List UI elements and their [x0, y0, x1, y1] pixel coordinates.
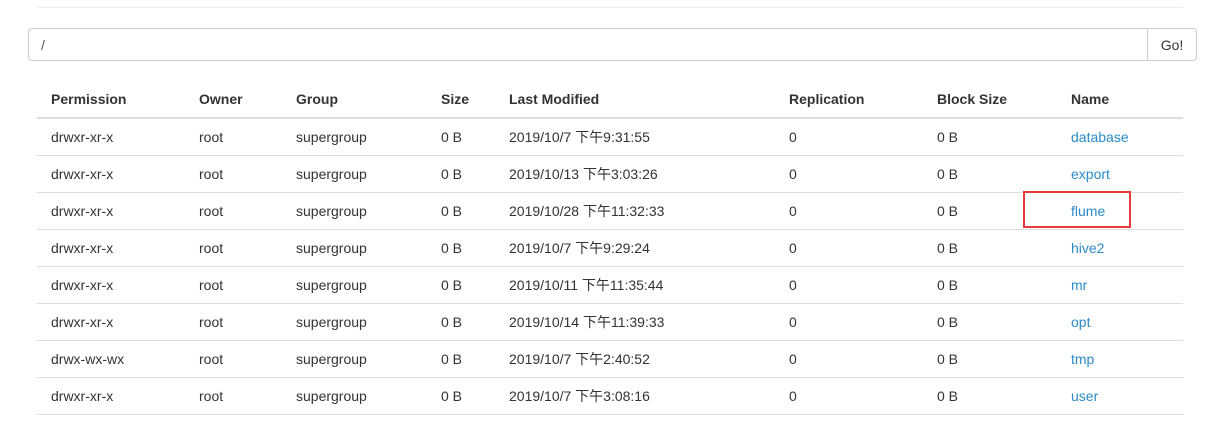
cell-group: supergroup: [282, 192, 427, 230]
cell-size: 0 B: [427, 118, 495, 156]
cell-last-modified: 2019/10/14 下午11:39:33: [495, 303, 775, 341]
directory-link[interactable]: hive2: [1071, 240, 1104, 256]
cell-last-modified: 2019/10/7 下午9:29:24: [495, 229, 775, 267]
table-row: drwx-wx-wx root supergroup 0 B 2019/10/7 下午2…: [37, 340, 1183, 378]
directory-link[interactable]: export: [1071, 166, 1110, 182]
table-row: drwxr-xr-x root supergroup 0 B 2019/10/14 下午…: [37, 303, 1183, 341]
cell-group: supergroup: [282, 303, 427, 341]
table-row: drwxr-xr-x root supergroup 0 B 2019/10/11 下午…: [37, 266, 1183, 304]
cell-block-size: 0 B: [923, 303, 1057, 341]
cell-replication: 0: [775, 340, 923, 378]
cell-last-modified: 2019/10/7 下午2:40:52: [495, 340, 775, 378]
path-search-bar: Go!: [28, 28, 1197, 61]
cell-replication: 0: [775, 229, 923, 267]
cell-name: user: [1057, 377, 1183, 415]
cell-name: tmp: [1057, 340, 1183, 378]
cell-name: export: [1057, 155, 1183, 193]
cell-group: supergroup: [282, 340, 427, 378]
cell-last-modified: 2019/10/28 下午11:32:33: [495, 192, 775, 230]
cell-size: 0 B: [427, 377, 495, 415]
cell-owner: root: [185, 377, 282, 415]
cell-replication: 0: [775, 377, 923, 415]
cell-size: 0 B: [427, 155, 495, 193]
header-permission[interactable]: Permission: [37, 81, 185, 119]
cell-permission: drwxr-xr-x: [37, 118, 185, 156]
cell-last-modified: 2019/10/7 下午9:31:55: [495, 118, 775, 156]
table-row: drwxr-xr-x root supergroup 0 B 2019/10/7 下午9…: [37, 229, 1183, 267]
cell-permission: drwxr-xr-x: [37, 303, 185, 341]
directory-link[interactable]: opt: [1071, 314, 1090, 330]
file-browser-table: Permission Owner Group Size Last Modified Rep…: [37, 81, 1183, 415]
path-input[interactable]: [29, 29, 1147, 60]
cell-owner: root: [185, 303, 282, 341]
go-button[interactable]: Go!: [1147, 29, 1196, 60]
cell-size: 0 B: [427, 266, 495, 304]
cell-block-size: 0 B: [923, 229, 1057, 267]
cell-group: supergroup: [282, 229, 427, 267]
directory-link[interactable]: database: [1071, 129, 1129, 145]
header-replication[interactable]: Replication: [775, 81, 923, 119]
cell-group: supergroup: [282, 266, 427, 304]
cell-replication: 0: [775, 266, 923, 304]
header-last-modified[interactable]: Last Modified: [495, 81, 775, 119]
cell-replication: 0: [775, 118, 923, 156]
cell-group: supergroup: [282, 118, 427, 156]
directory-link[interactable]: tmp: [1071, 351, 1094, 367]
cell-block-size: 0 B: [923, 155, 1057, 193]
table-row: drwxr-xr-x root supergroup 0 B 2019/10/7 下午9…: [37, 118, 1183, 156]
cell-size: 0 B: [427, 192, 495, 230]
cell-block-size: 0 B: [923, 118, 1057, 156]
cell-block-size: 0 B: [923, 377, 1057, 415]
table-row: drwxr-xr-x root supergroup 0 B 2019/10/13 下午…: [37, 155, 1183, 193]
cell-permission: drwx-wx-wx: [37, 340, 185, 378]
divider: [37, 7, 1183, 8]
directory-link[interactable]: user: [1071, 388, 1098, 404]
cell-name: database: [1057, 118, 1183, 156]
cell-permission: drwxr-xr-x: [37, 377, 185, 415]
cell-size: 0 B: [427, 229, 495, 267]
cell-group: supergroup: [282, 377, 427, 415]
cell-last-modified: 2019/10/11 下午11:35:44: [495, 266, 775, 304]
cell-owner: root: [185, 155, 282, 193]
cell-replication: 0: [775, 192, 923, 230]
cell-owner: root: [185, 266, 282, 304]
cell-block-size: 0 B: [923, 340, 1057, 378]
table-header-row: Permission Owner Group Size Last Modified Rep…: [37, 81, 1183, 119]
cell-name: hive2: [1057, 229, 1183, 267]
cell-replication: 0: [775, 303, 923, 341]
cell-owner: root: [185, 192, 282, 230]
header-name[interactable]: Name: [1057, 81, 1183, 119]
table-row: drwxr-xr-x root supergroup 0 B 2019/10/28 下午…: [37, 192, 1183, 230]
table-row: drwxr-xr-x root supergroup 0 B 2019/10/7 下午3…: [37, 377, 1183, 415]
cell-owner: root: [185, 340, 282, 378]
cell-name: opt: [1057, 303, 1183, 341]
cell-size: 0 B: [427, 340, 495, 378]
cell-owner: root: [185, 118, 282, 156]
cell-owner: root: [185, 229, 282, 267]
cell-block-size: 0 B: [923, 266, 1057, 304]
cell-size: 0 B: [427, 303, 495, 341]
highlight-box: [1023, 191, 1131, 228]
cell-last-modified: 2019/10/13 下午3:03:26: [495, 155, 775, 193]
header-group[interactable]: Group: [282, 81, 427, 119]
header-owner[interactable]: Owner: [185, 81, 282, 119]
header-block-size[interactable]: Block Size: [923, 81, 1057, 119]
cell-permission: drwxr-xr-x: [37, 192, 185, 230]
cell-permission: drwxr-xr-x: [37, 155, 185, 193]
cell-last-modified: 2019/10/7 下午3:08:16: [495, 377, 775, 415]
directory-link[interactable]: mr: [1071, 277, 1087, 293]
cell-group: supergroup: [282, 155, 427, 193]
cell-replication: 0: [775, 155, 923, 193]
cell-permission: drwxr-xr-x: [37, 229, 185, 267]
cell-name: mr: [1057, 266, 1183, 304]
header-size[interactable]: Size: [427, 81, 495, 119]
cell-permission: drwxr-xr-x: [37, 266, 185, 304]
